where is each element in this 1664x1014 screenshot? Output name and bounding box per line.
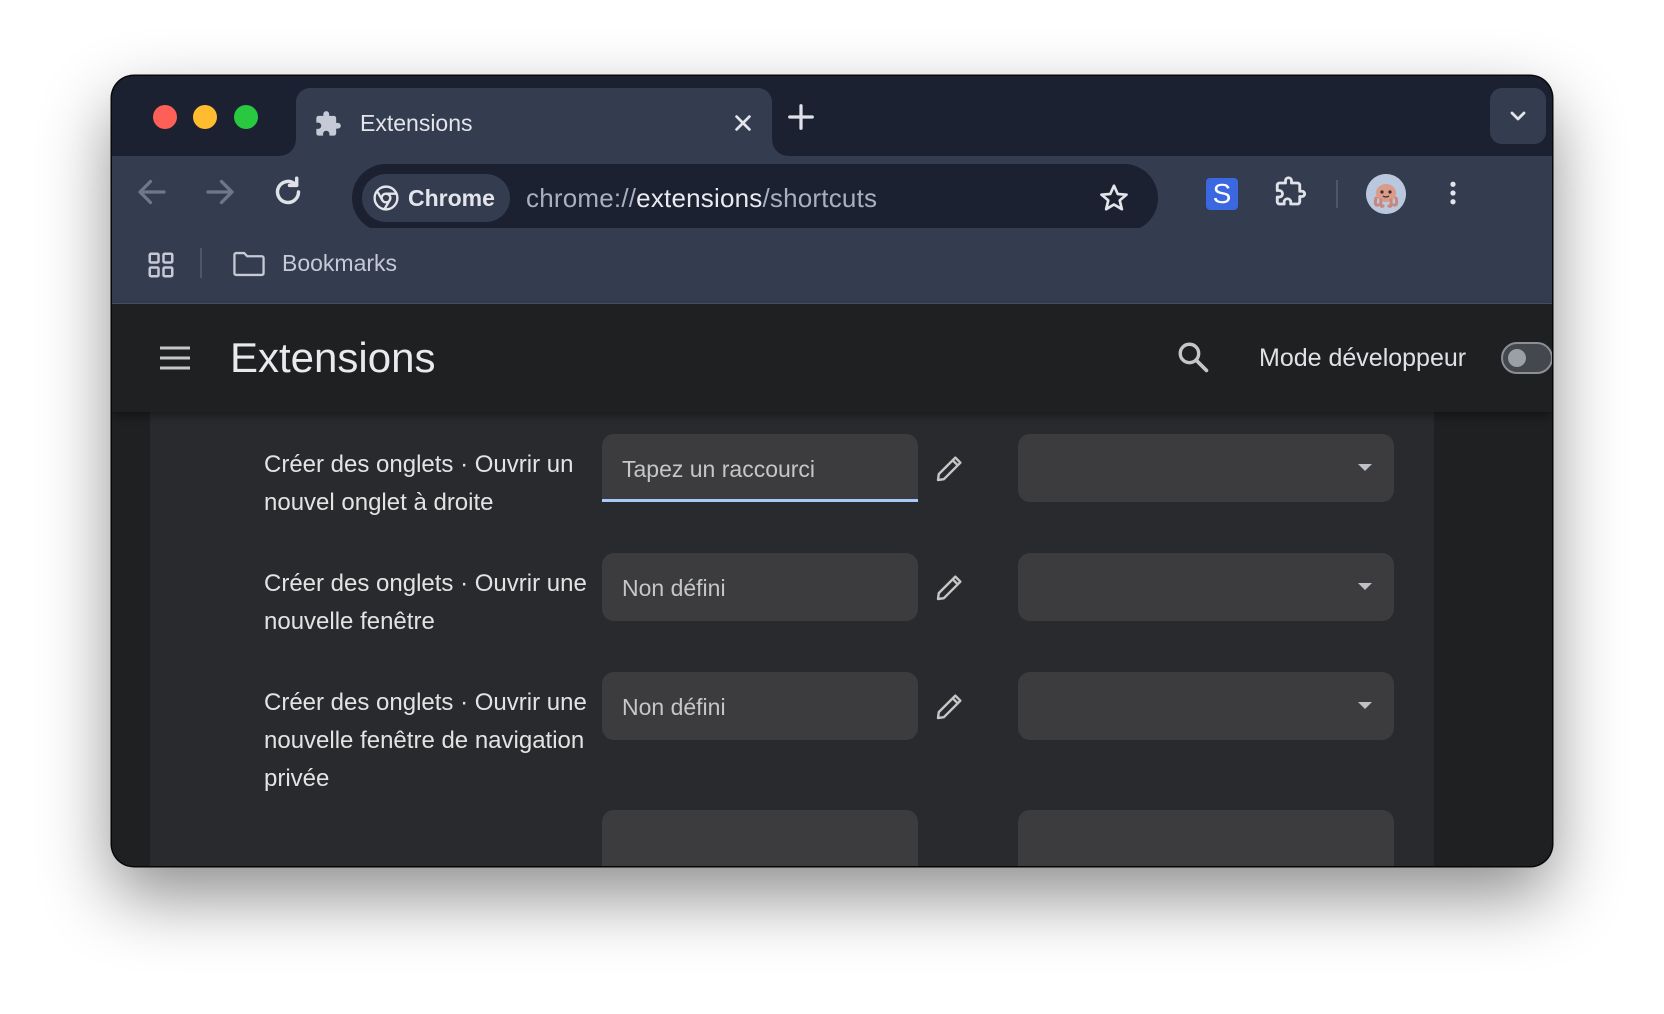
folder-icon[interactable] xyxy=(232,250,266,278)
dropdown-arrow-icon xyxy=(1358,464,1372,471)
more-menu-icon[interactable] xyxy=(1438,176,1468,210)
scope-dropdown[interactable] xyxy=(1018,553,1394,621)
extensions-menu-icon[interactable] xyxy=(1272,174,1308,210)
url-scheme: chrome:// xyxy=(526,183,637,213)
url-host: extensions xyxy=(636,183,763,213)
command-label: Créer des onglets · Ouvrir une nouvelle … xyxy=(264,570,587,635)
shortcut-input-text: Non défini xyxy=(622,694,726,720)
pencil-edit-icon[interactable] xyxy=(934,452,966,484)
menu-icon[interactable] xyxy=(158,344,192,372)
pencil-edit-icon[interactable] xyxy=(934,571,966,603)
scope-dropdown[interactable] xyxy=(1018,672,1394,740)
octopus-avatar-icon xyxy=(1366,174,1406,214)
shortcut-input[interactable]: Non défini xyxy=(602,672,918,740)
tab-title: Extensions xyxy=(360,110,473,136)
command-label: Créer des onglets · Ouvrir une nouvelle … xyxy=(264,689,587,792)
url-path: /shortcuts xyxy=(762,183,878,213)
page-title: Extensions xyxy=(230,334,436,381)
chip-label: Chrome xyxy=(408,185,495,211)
back-icon[interactable] xyxy=(134,174,170,210)
bookmarks-folder-label[interactable]: Bookmarks xyxy=(282,250,397,277)
new-tab-icon[interactable] xyxy=(786,102,816,132)
forward-icon[interactable] xyxy=(202,174,238,210)
developer-mode-toggle[interactable] xyxy=(1501,342,1552,374)
chrome-logo-icon xyxy=(373,185,399,211)
scope-dropdown[interactable] xyxy=(1018,810,1394,866)
scope-dropdown[interactable] xyxy=(1018,434,1394,502)
developer-mode-label: Mode développeur xyxy=(1259,344,1467,372)
bookmark-star-icon[interactable] xyxy=(1098,182,1130,214)
profile-avatar[interactable] xyxy=(1366,174,1406,214)
bookmarks-bar: Bookmarks xyxy=(112,228,1552,304)
shortcut-input[interactable]: Tapez un raccourci xyxy=(602,434,918,502)
close-window-button[interactable] xyxy=(153,105,177,129)
command-label: Créer des onglets · Ouvrir un nouvel ong… xyxy=(264,451,574,516)
shortcut-input-text: Non défini xyxy=(622,575,726,601)
shortcut-input-text: Tapez un raccourci xyxy=(622,456,816,482)
address-bar[interactable]: Chrome chrome://extensions/shortcuts xyxy=(352,164,1158,232)
toggle-knob xyxy=(1508,349,1526,367)
minimize-window-button[interactable] xyxy=(193,105,217,129)
tab-strip: Extensions xyxy=(112,76,1552,156)
toolbar: Chrome chrome://extensions/shortcuts S xyxy=(112,156,1552,232)
site-info-chip[interactable]: Chrome xyxy=(362,174,510,222)
reload-icon[interactable] xyxy=(270,174,306,210)
shortcuts-card: Créer des onglets · Ouvrir un nouvel ong… xyxy=(150,412,1434,866)
tab-search-button[interactable] xyxy=(1490,88,1546,144)
zoom-window-button[interactable] xyxy=(234,105,258,129)
chevron-down-icon xyxy=(1510,111,1526,121)
extension-s-button[interactable]: S xyxy=(1206,178,1238,210)
puzzle-icon xyxy=(316,111,341,136)
url-text[interactable]: chrome://extensions/shortcuts xyxy=(526,183,877,214)
close-tab-icon[interactable] xyxy=(732,112,754,134)
tab-extensions[interactable]: Extensions xyxy=(280,88,788,156)
apps-grid-icon[interactable] xyxy=(146,250,176,280)
shortcuts-content: Créer des onglets · Ouvrir un nouvel ong… xyxy=(112,412,1552,866)
dropdown-arrow-icon xyxy=(1358,583,1372,590)
search-icon[interactable] xyxy=(1176,340,1210,374)
toolbar-divider xyxy=(1336,180,1338,208)
extensions-header: Extensions Mode développeur xyxy=(112,304,1552,412)
shortcut-input[interactable] xyxy=(602,810,918,866)
pencil-edit-icon[interactable] xyxy=(934,690,966,722)
shortcut-input[interactable]: Non défini xyxy=(602,553,918,621)
browser-window: Extensions Chrome chrome://extensions/sh… xyxy=(112,76,1552,866)
bookmarks-divider xyxy=(200,248,202,278)
dropdown-arrow-icon xyxy=(1358,702,1372,709)
